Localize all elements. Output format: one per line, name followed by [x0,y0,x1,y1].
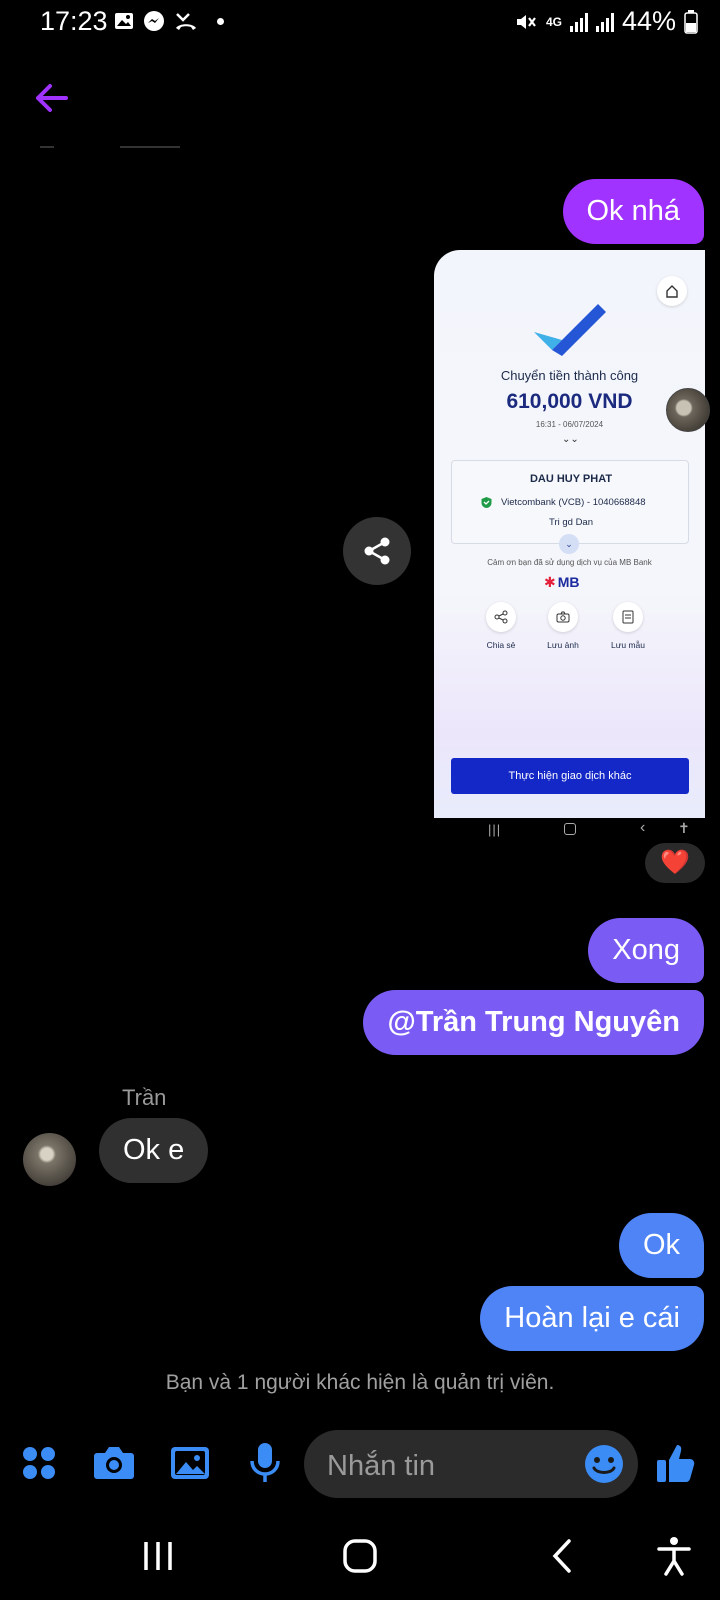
like-button[interactable] [651,1438,701,1488]
heart-reaction[interactable]: ❤️ [645,843,705,883]
chevron-down-icon: ⌄⌄ [562,434,579,445]
transfer-note: Tri gd Dan [549,517,593,528]
camera-button[interactable] [89,1438,139,1488]
mute-icon [516,14,536,29]
share-button[interactable] [343,517,411,585]
document-icon [613,602,643,632]
status-left-icons [114,10,224,32]
mic-icon [250,1443,280,1482]
chevron-down-icon: ⌄ [559,534,579,554]
message-bubble-in[interactable]: Ok e [99,1118,209,1183]
avatar[interactable] [666,388,710,432]
transfer-title: Chuyển tiền thành công [500,368,639,383]
avatar[interactable] [23,1133,76,1186]
emoji-icon [585,1445,623,1483]
missed-call-icon [176,13,196,30]
signal-icon [569,12,588,32]
vietcombank-logo-icon [480,496,493,509]
action-label: Lưu ảnh [547,640,579,650]
message-placeholder: Nhắn tin [327,1450,436,1482]
recents-button[interactable] [134,1532,182,1580]
accessibility-icon [657,1537,691,1576]
mic-button[interactable] [240,1438,290,1488]
message-bubble-out[interactable]: Xong [588,918,704,983]
sender-name: Trần [122,1085,167,1110]
home-icon [564,823,576,835]
recents-icon [144,1542,172,1570]
recents-icon: ||| [488,822,502,837]
home-icon [657,276,687,306]
thumbs-up-icon [657,1445,695,1482]
system-note: Bạn và 1 người khác hiện là quản trị viê… [165,1371,555,1394]
back-icon [552,1539,571,1573]
home-button[interactable] [336,1532,384,1580]
message-bubble-out[interactable]: Hoàn lại e cái [480,1286,704,1351]
status-time: 17:23 [40,6,108,36]
message-bubble-out[interactable]: Ok nhá [562,179,704,244]
action-save-image: Lưu ảnh [533,602,593,650]
messenger-icon [144,11,164,31]
status-right: 4G 44% [514,6,698,37]
back-button[interactable] [538,1532,586,1580]
header-divider [120,146,180,148]
thanks-text: Cảm ơn bạn đã sử dụng dịch vụ của MB Ban… [487,558,652,567]
recipient-name: DAU HUY PHAT [529,473,613,485]
battery-icon [684,9,698,34]
back-icon: ‹ [640,819,646,836]
recipient-bank: Vietcombank (VCB) - 1040668848 [480,496,646,509]
arrow-left-icon [36,84,68,112]
transfer-amount: 610,000 VND [506,390,633,413]
star-icon: ✱ [544,574,556,590]
screenshot-nav-bar: ||| ‹ ✝ [434,818,705,842]
emoji-button[interactable] [584,1444,624,1484]
share-icon [364,537,390,565]
camera-icon [548,602,578,632]
bank-account: Vietcombank (VCB) - 1040668848 [501,497,646,509]
dot-icon [217,17,224,25]
message-bubble-out[interactable]: @Trần Trung Nguyên [363,990,704,1055]
message-bubble-out[interactable]: Ok [618,1213,704,1278]
apps-button[interactable] [14,1438,64,1488]
shared-screenshot-image[interactable]: Chuyển tiền thành công 610,000 VND 16:31… [434,250,705,818]
gallery-icon [171,1447,209,1479]
action-label: Chia sẻ [486,640,516,650]
back-button[interactable] [30,78,74,118]
message-input[interactable]: Nhắn tin [304,1430,638,1498]
image-icon [115,13,133,29]
action-save-template: Lưu mẫu [598,602,658,650]
header-divider [40,146,54,148]
share-icon [486,602,516,632]
signal-icon [595,12,614,32]
battery-percent: 44% [621,6,676,36]
checkmark-icon [534,304,606,356]
home-icon [343,1539,377,1573]
camera-icon [94,1447,134,1479]
gallery-button[interactable] [165,1438,215,1488]
transfer-datetime: 16:31 - 06/07/2024 [535,420,604,429]
action-share: Chia sẻ [471,602,531,650]
accessibility-icon: ✝ [678,820,690,836]
new-transaction-button: Thực hiện giao dịch khác [451,758,689,794]
apps-icon [23,1447,55,1479]
network-type: 4G [545,14,562,29]
action-label: Lưu mẫu [610,640,646,650]
mb-bank-logo: ✱ MB [544,574,580,590]
recipient-card: DAU HUY PHAT Vietcombank (VCB) - 1040668… [451,460,689,554]
accessibility-button[interactable] [650,1532,698,1580]
